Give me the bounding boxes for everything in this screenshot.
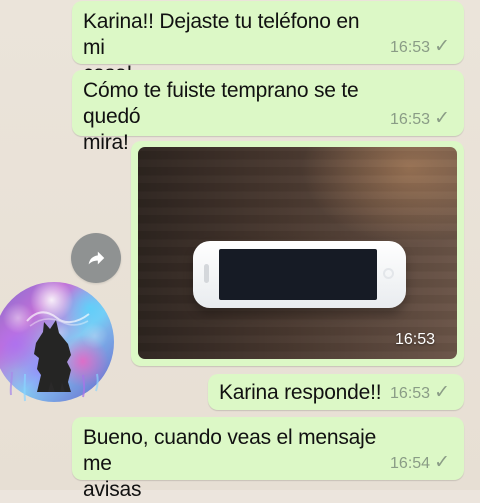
phone-photo[interactable]: 16:53 <box>138 147 457 359</box>
image-message-bubble[interactable]: 16:53 <box>131 141 464 366</box>
message-text-3: Karina responde!! <box>219 381 382 404</box>
message-meta-3: 16:53 ✓ <box>390 382 450 403</box>
photo-time: 16:53 <box>394 331 435 348</box>
message-time-4: 16:54 <box>390 454 431 472</box>
message-meta-2: 16:53 ✓ <box>390 108 450 129</box>
phone-speaker <box>204 264 209 283</box>
phone-image <box>193 241 406 308</box>
message-bubble-1: Karina!! Dejaste tu teléfono en mi casa!… <box>72 1 464 85</box>
message-time-2: 16:53 <box>390 110 431 128</box>
forward-button[interactable] <box>71 233 121 283</box>
message-time-1: 16:53 <box>390 38 431 56</box>
message-text-4: Bueno, cuando veas el mensaje me avisas <box>83 426 377 501</box>
message-bubble-3: Karina responde!! 16:53 ✓ <box>208 374 464 410</box>
phone-screen <box>219 249 377 300</box>
avatar-drips-icon <box>9 372 99 402</box>
check-icon: ✓ <box>434 108 450 129</box>
check-icon: ✓ <box>434 382 450 403</box>
forward-icon <box>88 251 105 265</box>
message-time-3: 16:53 <box>390 384 431 402</box>
message-meta-4: 16:54 ✓ <box>390 452 450 473</box>
message-meta-1: 16:53 ✓ <box>390 36 450 57</box>
message-bubble-4: Bueno, cuando veas el mensaje me avisas … <box>72 417 464 501</box>
check-icon: ✓ <box>434 452 450 473</box>
check-icon: ✓ <box>434 36 450 57</box>
message-bubble-2: Cómo te fuiste temprano se te quedó mira… <box>72 70 464 154</box>
